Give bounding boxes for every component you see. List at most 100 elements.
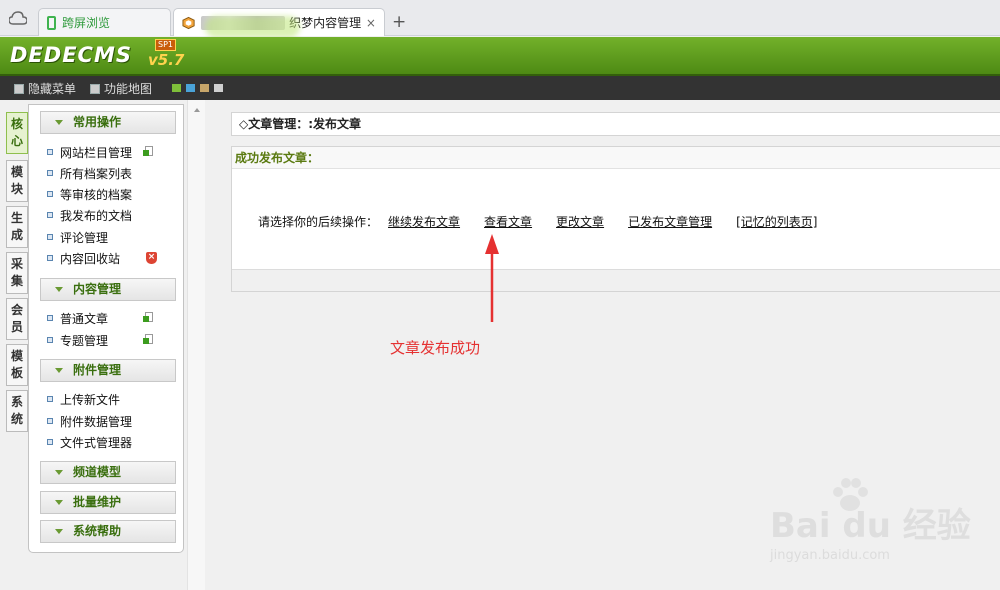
panel-heading: 成功发布文章： [232,147,1000,169]
menu-item-label: 我发布的文档 [60,208,133,223]
next-actions-prompt: 请选择你的后续操作： [258,215,379,229]
highlight-smudge [205,16,300,38]
section-title: 内容管理 [73,282,122,296]
view-article-link[interactable]: 查看文章 [484,213,532,230]
edition-badge: SP1 [155,39,176,51]
baidu-jingyan-watermark: Bai du 经验 jingyan.baidu.com [760,478,980,573]
cloud-icon[interactable] [9,11,27,25]
section-channel-models[interactable]: 频道模型 [40,461,176,484]
menu-item-comments[interactable]: 评论管理 [47,228,108,246]
skin-blue-swatch[interactable] [186,84,195,92]
caret-down-icon [55,120,63,125]
annotation-note: 文章发布成功 [390,339,481,357]
published-articles-link[interactable]: 已发布文章管理 [628,213,712,230]
caret-down-icon [55,368,63,373]
section-title: 附件管理 [73,363,122,377]
tab-label: 织梦内容管理 [289,16,362,30]
bullet-icon [47,255,53,261]
vtab-collect[interactable]: 采集 [6,252,28,294]
bullet-icon [47,170,53,176]
add-page-icon[interactable] [143,334,154,345]
phone-icon [47,15,56,30]
sidebar-splitter[interactable] [187,100,205,590]
section-title: 批量维护 [73,495,122,509]
bullet-icon [47,149,53,155]
section-system-help[interactable]: 系统帮助 [40,520,176,543]
menu-item-label: 文件式管理器 [60,435,133,450]
function-map-button[interactable]: 功能地图 [90,80,152,97]
sidebar-menu: 常用操作 网站栏目管理 所有档案列表 等审核的档案 我发布的文档 评论管理 内容… [28,104,184,553]
skin-brown-swatch[interactable] [200,84,209,92]
menu-item-site-columns[interactable]: 网站栏目管理 [47,143,132,161]
caret-down-icon [55,500,63,505]
clear-recycle-icon[interactable]: × [146,252,157,264]
annotation-arrow [485,234,499,322]
next-actions: 请选择你的后续操作： 继续发布文章 查看文章 更改文章 已发布文章管理 [记忆的… [258,213,817,230]
menu-item-attachment-data[interactable]: 附件数据管理 [47,412,132,430]
hide-menu-icon [14,83,24,94]
version-label: v5.7 [148,51,185,69]
bullet-icon [47,315,53,321]
section-title: 系统帮助 [73,524,122,538]
continue-publish-link[interactable]: 继续发布文章 [388,213,460,230]
hide-menu-button[interactable]: 隐藏菜单 [14,80,76,97]
edit-article-link[interactable]: 更改文章 [556,213,604,230]
page-title: ◇文章管理：:发布文章 [231,112,1000,136]
caret-down-icon [55,287,63,292]
watermark-url: jingyan.baidu.com [770,548,890,563]
section-title: 频道模型 [73,465,122,479]
section-attachments[interactable]: 附件管理 [40,359,176,382]
menu-item-label: 评论管理 [60,230,109,245]
browser-tabbar: 跨屏浏览 织梦内容管理 × + [0,0,1000,38]
menu-item-upload-file[interactable]: 上传新文件 [47,390,120,408]
menu-item-pending-archives[interactable]: 等审核的档案 [47,185,132,203]
add-page-icon[interactable] [143,146,154,157]
bullet-icon [47,439,53,445]
menu-item-label: 普通文章 [60,311,109,326]
menu-item-normal-article[interactable]: 普通文章 [47,309,108,327]
bullet-icon [47,337,53,343]
add-page-icon[interactable] [143,312,154,323]
vtab-system[interactable]: 系统 [6,390,28,432]
menu-item-label: 所有档案列表 [60,166,133,181]
function-map-icon [90,83,100,94]
remembered-list-link[interactable]: [记忆的列表页] [736,213,817,230]
close-tab-icon[interactable]: × [366,16,376,30]
dedecms-favicon-icon [182,16,195,29]
result-panel: 成功发布文章： 请选择你的后续操作： 继续发布文章 查看文章 更改文章 已发布文… [231,146,1000,292]
section-common-ops[interactable]: 常用操作 [40,111,176,134]
watermark-brand: Bai du 经验 [770,506,971,546]
menu-item-my-documents[interactable]: 我发布的文档 [47,206,132,224]
top-toolbar: 隐藏菜单 功能地图 [0,76,1000,100]
menu-item-label: 内容回收站 [60,251,121,266]
bullet-icon [47,418,53,424]
vtab-core[interactable]: 核心 [6,112,28,154]
dedecms-logo: DEDECMS [10,43,132,67]
tab-cross-screen[interactable]: 跨屏浏览 [38,8,171,36]
menu-item-label: 专题管理 [60,333,109,348]
menu-item-all-archives[interactable]: 所有档案列表 [47,164,132,182]
vtab-template[interactable]: 模板 [6,344,28,386]
menu-item-topics[interactable]: 专题管理 [47,331,108,349]
vtab-member[interactable]: 会员 [6,298,28,340]
tab-label: 跨屏浏览 [62,16,111,30]
new-tab-button[interactable]: + [392,12,406,32]
caret-down-icon [55,470,63,475]
menu-item-label: 网站栏目管理 [60,145,133,160]
menu-item-recycle-bin[interactable]: 内容回收站 [47,249,120,267]
bullet-icon [47,234,53,240]
menu-item-label: 附件数据管理 [60,414,133,429]
section-content-management[interactable]: 内容管理 [40,278,176,301]
menu-item-file-manager[interactable]: 文件式管理器 [47,433,132,451]
app-header: DEDECMS SP1 v5.7 [0,37,1000,76]
vtab-generate[interactable]: 生成 [6,206,28,248]
panel-footer [232,269,1000,291]
skin-green-swatch[interactable] [172,84,181,92]
caret-down-icon [55,529,63,534]
scroll-up-icon[interactable] [194,108,200,112]
section-batch-maintenance[interactable]: 批量维护 [40,491,176,514]
hide-menu-label: 隐藏菜单 [28,82,77,96]
vtab-module[interactable]: 模块 [6,160,28,202]
skin-gray-swatch[interactable] [214,84,223,92]
menu-item-label: 上传新文件 [60,392,121,407]
